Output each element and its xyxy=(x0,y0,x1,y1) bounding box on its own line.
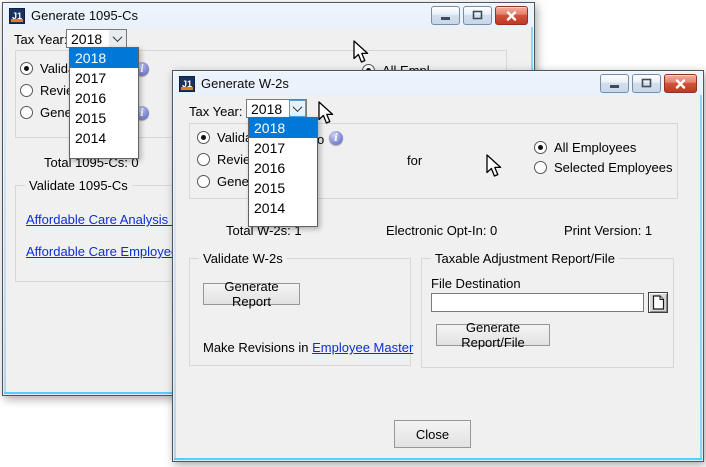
generate-report-button[interactable]: Generate Report xyxy=(203,283,300,305)
radio-dot xyxy=(197,175,210,188)
window-title: Generate W-2s xyxy=(201,76,289,91)
radio-dot xyxy=(20,106,33,119)
file-icon xyxy=(652,295,665,310)
mouse-cursor xyxy=(485,154,503,179)
radio-dot xyxy=(197,153,210,166)
clipped-label-fragment: o xyxy=(317,132,324,147)
dropdown-option[interactable]: 2015 xyxy=(249,178,317,198)
radio-label: Selected Employees xyxy=(554,160,673,175)
window-generate-w2s: J1 Generate W-2s Tax Year: 2018 Validate… xyxy=(172,70,704,462)
minimize-icon xyxy=(609,78,620,89)
tax-year-label: Tax Year: xyxy=(14,32,68,47)
radio-dot xyxy=(534,161,547,174)
tax-year-combobox[interactable]: 2018 xyxy=(66,29,127,48)
dropdown-option[interactable]: 2014 xyxy=(70,128,138,148)
tax-year-label: Tax Year: xyxy=(189,104,243,119)
close-button[interactable] xyxy=(664,74,697,93)
dropdown-option[interactable]: 2018 xyxy=(249,118,317,138)
dropdown-option[interactable]: 2018 xyxy=(70,48,138,68)
dropdown-option[interactable]: 2017 xyxy=(249,138,317,158)
app-icon: J1 xyxy=(9,8,25,24)
radio-label: All Employees xyxy=(554,140,636,155)
dropdown-option[interactable]: 2017 xyxy=(70,68,138,88)
tax-year-combobox[interactable]: 2018 xyxy=(246,99,307,118)
minimize-button[interactable] xyxy=(431,6,460,25)
make-revisions-text: Make Revisions in Employee Master xyxy=(203,340,413,355)
mouse-cursor xyxy=(352,40,370,65)
info-icon[interactable] xyxy=(329,131,343,145)
window-title: Generate 1095-Cs xyxy=(31,8,138,23)
maximize-button[interactable] xyxy=(632,74,661,93)
maximize-icon xyxy=(641,78,652,89)
file-destination-label: File Destination xyxy=(431,276,521,291)
radio-dot xyxy=(20,62,33,75)
tax-year-dropdown-list: 2018 2017 2016 2015 2014 xyxy=(248,117,318,227)
radio-dot xyxy=(20,84,33,97)
minimize-icon xyxy=(440,10,451,21)
radio-validate[interactable]: Valida xyxy=(20,61,75,76)
app-icon: J1 xyxy=(179,76,195,92)
for-label: for xyxy=(407,153,422,168)
titlebar-1095cs[interactable]: J1 Generate 1095-Cs xyxy=(3,3,534,28)
groupbox-label: Validate 1095-Cs xyxy=(25,178,132,193)
radio-selected-employees[interactable]: Selected Employees xyxy=(534,160,673,175)
radio-generate[interactable]: Gener xyxy=(20,105,76,120)
client-area-w2s: Tax Year: 2018 Validate Review Genera o … xyxy=(176,96,700,458)
dropdown-option[interactable]: 2016 xyxy=(249,158,317,178)
tax-year-value: 2018 xyxy=(67,30,109,47)
revisions-text: Make Revisions in xyxy=(203,340,309,355)
groupbox-label: Validate W-2s xyxy=(199,251,287,266)
dropdown-option[interactable]: 2014 xyxy=(249,198,317,218)
print-version-text: Print Version: 1 xyxy=(564,223,652,238)
electronic-optin-text: Electronic Opt-In: 0 xyxy=(386,223,497,238)
maximize-icon xyxy=(472,10,483,21)
radio-all-employees[interactable]: All Employees xyxy=(534,140,636,155)
groupbox-label: Taxable Adjustment Report/File xyxy=(431,251,619,266)
titlebar-w2s[interactable]: J1 Generate W-2s xyxy=(173,71,703,96)
mouse-cursor xyxy=(317,101,335,126)
chevron-down-icon[interactable] xyxy=(289,100,306,117)
employee-master-link[interactable]: Employee Master xyxy=(312,340,413,355)
minimize-button[interactable] xyxy=(600,74,629,93)
generate-report-file-button[interactable]: Generate Report/File xyxy=(436,324,550,346)
close-dialog-button[interactable]: Close xyxy=(394,420,471,448)
radio-dot xyxy=(534,141,547,154)
maximize-button[interactable] xyxy=(463,6,492,25)
file-destination-input[interactable] xyxy=(431,293,644,312)
chevron-down-icon[interactable] xyxy=(109,30,126,47)
tax-year-dropdown-list: 2018 2017 2016 2015 2014 xyxy=(69,47,139,159)
dropdown-option[interactable]: 2016 xyxy=(70,88,138,108)
taxable-adjustment-groupbox: Taxable Adjustment Report/File xyxy=(421,258,674,368)
close-button[interactable] xyxy=(495,6,528,25)
radio-review[interactable]: Revie xyxy=(20,83,73,98)
close-icon xyxy=(675,79,686,89)
tax-year-value: 2018 xyxy=(247,100,289,117)
close-icon xyxy=(506,11,517,21)
browse-file-button[interactable] xyxy=(648,292,668,313)
dropdown-option[interactable]: 2015 xyxy=(70,108,138,128)
radio-dot xyxy=(197,131,210,144)
